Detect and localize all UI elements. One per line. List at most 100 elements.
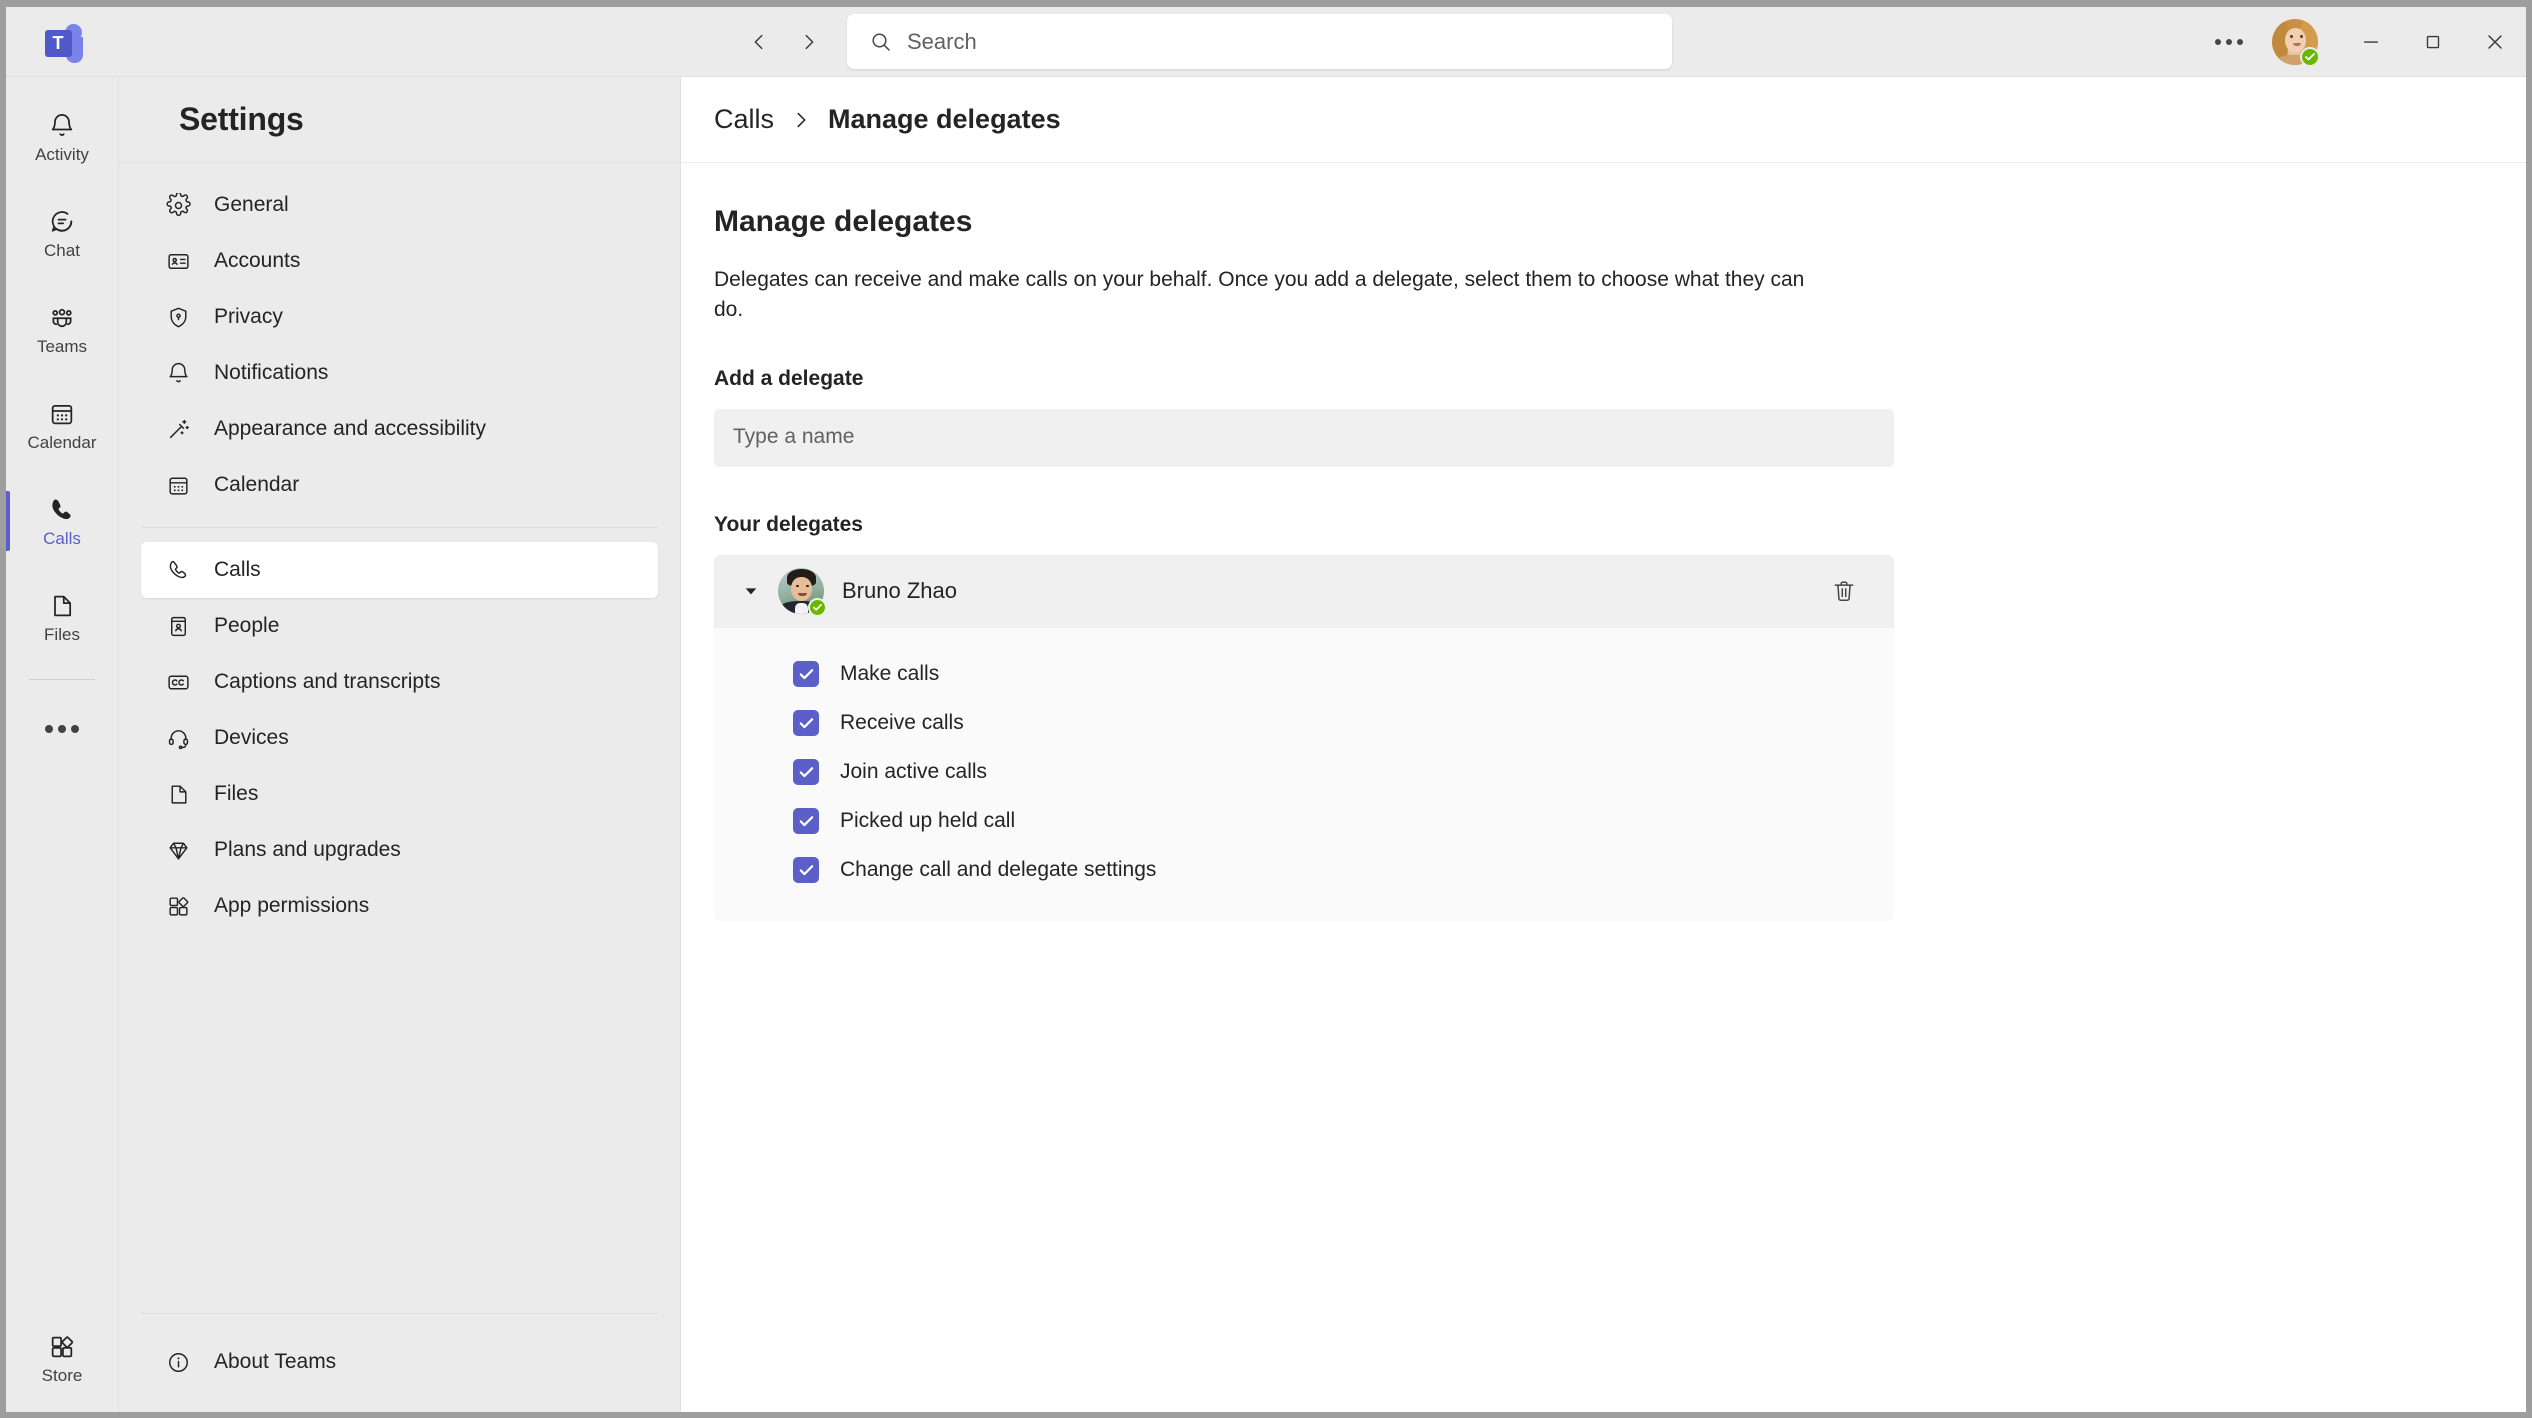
permission-row[interactable]: Make calls — [714, 650, 1894, 699]
settings-item-calls[interactable]: Calls — [141, 542, 658, 598]
delegate-header-row[interactable]: Bruno Zhao — [714, 554, 1894, 628]
search-input[interactable] — [907, 28, 1650, 55]
minimize-button[interactable] — [2340, 7, 2402, 76]
teams-icon — [48, 303, 76, 333]
page-title: Manage delegates — [714, 205, 973, 238]
more-options-button[interactable] — [2202, 15, 2256, 69]
rail-label: Store — [41, 1366, 83, 1385]
chevron-down-icon[interactable] — [740, 583, 762, 599]
delegate-permissions-list: Make calls Receive calls Join active cal… — [714, 627, 1894, 921]
rail-bottom-group: Store — [6, 1310, 118, 1412]
rail-item-files[interactable]: Files — [6, 569, 118, 665]
settings-item-notifications[interactable]: Notifications — [141, 345, 658, 401]
forward-button[interactable] — [789, 22, 829, 62]
checkbox-checked-icon[interactable] — [793, 759, 819, 786]
back-button[interactable] — [739, 22, 779, 62]
permission-label: Make calls — [840, 662, 940, 686]
your-delegates-label: Your delegates — [714, 512, 863, 536]
main-content: Calls Manage delegates Manage delegates … — [681, 76, 2526, 1412]
title-bar: T — [6, 7, 2526, 76]
ellipsis-icon — [45, 725, 79, 733]
settings-item-appearance-and-accessibility[interactable]: Appearance and accessibility — [141, 401, 658, 457]
search-bar[interactable] — [847, 14, 1672, 69]
phone-icon — [164, 558, 192, 583]
id-card-icon — [164, 249, 192, 274]
settings-header: Settings — [119, 77, 680, 163]
settings-item-label: People — [214, 614, 280, 637]
permission-row[interactable]: Picked up held call — [714, 797, 1894, 846]
settings-item-label: Files — [214, 782, 259, 805]
calendar-icon — [48, 399, 76, 429]
rail-item-store[interactable]: Store — [6, 1310, 118, 1406]
rail-label: Files — [44, 625, 80, 644]
checkbox-checked-icon[interactable] — [793, 661, 819, 688]
settings-item-devices[interactable]: Devices — [141, 710, 658, 766]
settings-item-label: App permissions — [214, 894, 370, 917]
permission-row[interactable]: Join active calls — [714, 748, 1894, 797]
your-delegates-section: Your delegates Bruno Zhao Make calls Rec… — [714, 513, 2526, 921]
breadcrumb-current: Manage delegates — [828, 104, 1061, 134]
navigation-arrows — [739, 22, 829, 62]
settings-title: Settings — [179, 101, 304, 137]
settings-item-calendar[interactable]: Calendar — [141, 457, 658, 513]
store-icon — [48, 1332, 76, 1362]
checkbox-checked-icon[interactable] — [793, 808, 819, 835]
settings-item-label: Devices — [214, 726, 289, 749]
settings-item-general[interactable]: General — [141, 177, 658, 233]
permission-row[interactable]: Receive calls — [714, 699, 1894, 748]
rail-item-teams[interactable]: Teams — [6, 281, 118, 377]
phone-icon — [48, 495, 76, 525]
add-delegate-input[interactable] — [714, 408, 1894, 467]
settings-item-privacy[interactable]: Privacy — [141, 289, 658, 345]
app-rail: Activity Chat Teams Calendar Calls Files… — [6, 76, 119, 1412]
shield-lock-icon — [164, 305, 192, 330]
settings-item-people[interactable]: People — [141, 598, 658, 654]
settings-item-captions-and-transcripts[interactable]: Captions and transcripts — [141, 654, 658, 710]
maximize-button[interactable] — [2402, 7, 2464, 76]
delete-delegate-button[interactable] — [1822, 569, 1866, 613]
people-book-icon — [164, 614, 192, 639]
rail-item-activity[interactable]: Activity — [6, 89, 118, 185]
rail-item-calendar[interactable]: Calendar — [6, 377, 118, 473]
headset-icon — [164, 726, 192, 751]
bell-icon — [48, 111, 76, 141]
settings-item-label: Captions and transcripts — [214, 670, 441, 693]
user-avatar-button[interactable] — [2272, 18, 2320, 67]
settings-item-app-permissions[interactable]: App permissions — [141, 878, 658, 934]
settings-item-files[interactable]: Files — [141, 766, 658, 822]
magic-wand-icon — [164, 417, 192, 442]
rail-label: Teams — [36, 337, 88, 356]
cc-icon — [164, 670, 192, 695]
close-button[interactable] — [2464, 7, 2526, 76]
presence-available-icon — [2300, 46, 2320, 67]
settings-item-plans-and-upgrades[interactable]: Plans and upgrades — [141, 822, 658, 878]
settings-item-about-teams[interactable]: About Teams — [141, 1334, 658, 1390]
checkbox-checked-icon[interactable] — [793, 710, 819, 737]
rail-more-apps-button[interactable] — [6, 694, 118, 764]
window-controls-group — [2202, 7, 2526, 76]
settings-divider — [141, 527, 658, 528]
settings-item-label: Accounts — [214, 249, 301, 272]
chat-icon — [48, 207, 76, 237]
teams-window: T Search Activity Chat Teams Calendar Ca… — [0, 0, 2532, 1418]
settings-item-accounts[interactable]: Accounts — [141, 233, 658, 289]
search-icon — [869, 30, 893, 54]
permission-row[interactable]: Change call and delegate settings — [714, 846, 1894, 895]
app-logo: T — [6, 22, 119, 63]
rail-label: Calendar — [27, 433, 97, 452]
rail-item-calls[interactable]: Calls — [6, 473, 118, 569]
manage-delegates-page: Manage delegates Delegates can receive a… — [681, 163, 2526, 921]
checkbox-checked-icon[interactable] — [793, 857, 819, 884]
breadcrumb-parent-link[interactable]: Calls — [714, 104, 774, 135]
trash-icon — [1831, 578, 1857, 604]
delegate-card: Bruno Zhao Make calls Receive calls Join… — [714, 554, 1894, 921]
breadcrumb: Calls Manage delegates — [681, 77, 2526, 163]
rail-item-chat[interactable]: Chat — [6, 185, 118, 281]
permission-label: Receive calls — [840, 711, 964, 735]
app-body: Activity Chat Teams Calendar Calls Files… — [6, 76, 2526, 1412]
settings-footer: About Teams — [119, 1313, 680, 1412]
file-icon — [164, 782, 192, 807]
delegate-name: Bruno Zhao — [842, 578, 957, 604]
settings-item-label: Calls — [214, 558, 261, 581]
settings-item-label: Privacy — [214, 305, 283, 328]
